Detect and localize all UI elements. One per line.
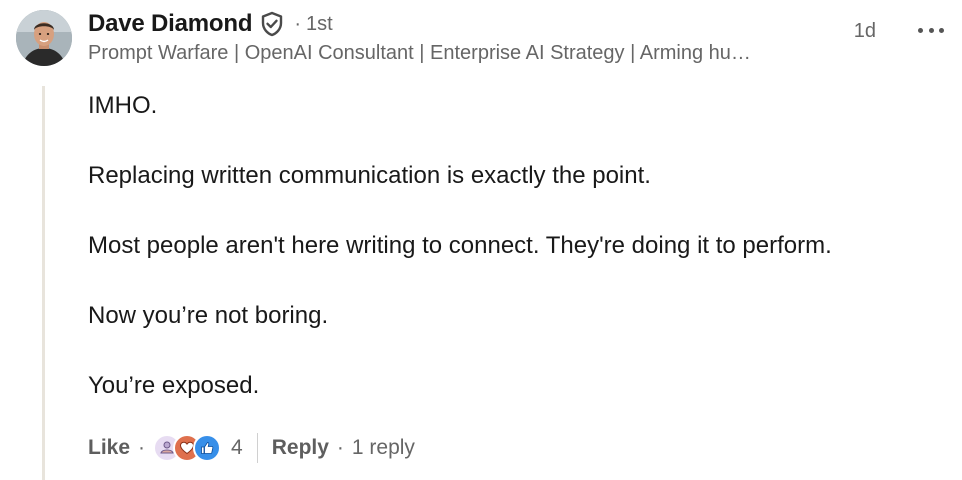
- connection-degree: 1st: [305, 12, 333, 35]
- comment-actions: Like · 4 Reply · 1 reply: [88, 430, 429, 466]
- comment-paragraph: IMHO.: [88, 92, 158, 119]
- verified-shield-icon: [260, 11, 284, 37]
- comment-paragraph: Now you’re not boring.: [88, 302, 329, 329]
- comment-timestamp: 1d: [853, 20, 876, 42]
- comment: Dave Diamond · 1st Prompt Warfare | Open…: [0, 0, 962, 480]
- like-button[interactable]: Like: [88, 436, 130, 460]
- action-separator: ·: [138, 436, 146, 459]
- comment-header: Dave Diamond · 1st Prompt Warfare | Open…: [88, 8, 946, 65]
- avatar-photo: [16, 10, 72, 66]
- thread-line: [42, 86, 45, 480]
- degree-separator: ·: [294, 12, 301, 35]
- name-row: Dave Diamond · 1st: [88, 8, 946, 40]
- comment-paragraph: You’re exposed.: [88, 372, 260, 399]
- like-icon: [193, 434, 222, 462]
- author-headline: Prompt Warfare | OpenAI Consultant | Ent…: [88, 42, 751, 64]
- reply-button[interactable]: Reply: [272, 436, 329, 460]
- author-name[interactable]: Dave Diamond: [88, 10, 253, 38]
- action-separator: ·: [336, 436, 344, 459]
- reply-count-link[interactable]: 1 reply: [352, 436, 415, 460]
- comment-paragraph: Most people aren't here writing to conne…: [88, 232, 832, 259]
- comment-body: IMHO. Replacing written communication is…: [88, 88, 948, 438]
- author-avatar[interactable]: [16, 10, 72, 66]
- actions-divider: [256, 433, 258, 463]
- reactions-summary[interactable]: [153, 434, 222, 462]
- reaction-count[interactable]: 4: [231, 436, 243, 460]
- more-options-icon[interactable]: [918, 22, 944, 38]
- comment-paragraph: Replacing written communication is exact…: [88, 162, 651, 189]
